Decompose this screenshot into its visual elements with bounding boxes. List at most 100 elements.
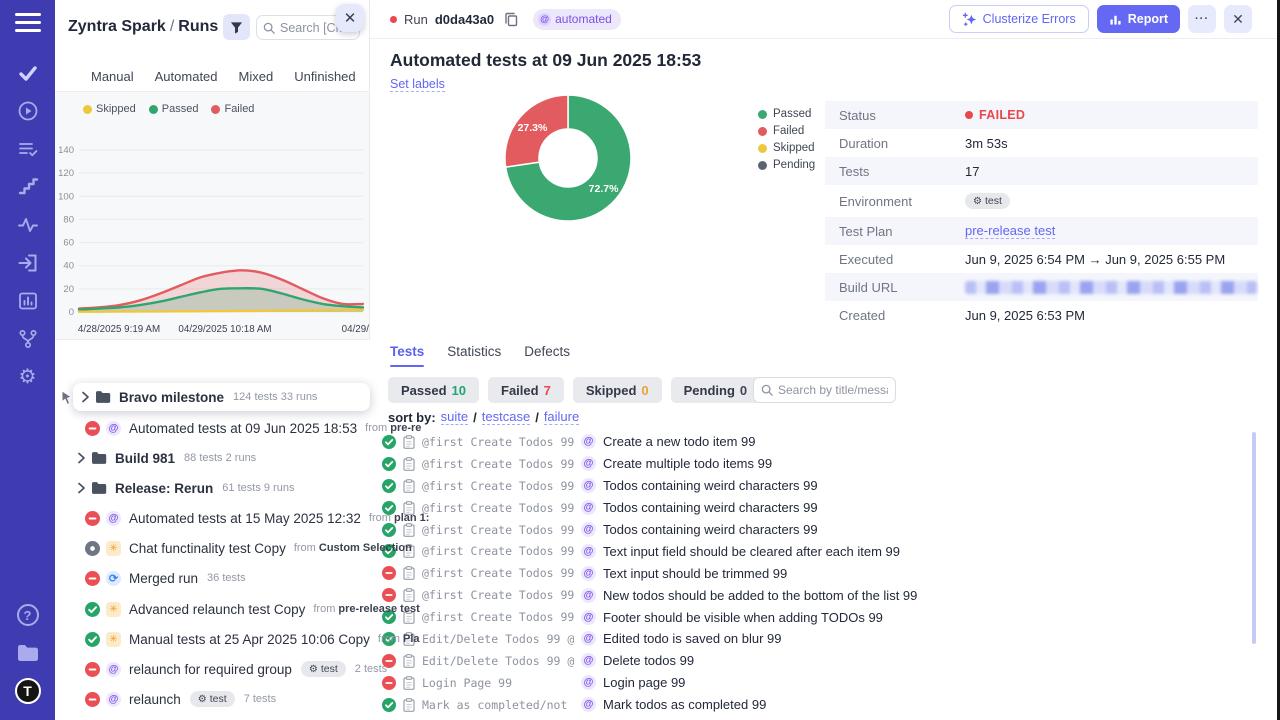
automated-run-icon: @ [106, 511, 121, 526]
test-row[interactable]: Edit/Delete Todos 99 @…@Edited todo is s… [382, 628, 1250, 650]
test-row[interactable]: @first Create Todos 99…@Text input field… [382, 540, 1250, 562]
run-title: Manual tests at 25 Apr 2025 10:06 Copy [129, 632, 370, 647]
automated-badge[interactable]: @ automated [533, 9, 621, 30]
test-title: Todos containing weird characters 99 [603, 522, 818, 537]
environment-name: test [321, 663, 338, 675]
test-row[interactable]: Edit/Delete Todos 99 @…@Delete todos 99 [382, 650, 1250, 672]
automated-run-icon: @ [581, 544, 596, 559]
donut-legend-skipped[interactable]: Skipped [758, 142, 815, 154]
clusterize-errors-button[interactable]: Clusterize Errors [949, 5, 1089, 33]
folder-nav-icon[interactable] [15, 640, 41, 666]
folder-icon-holder [95, 390, 111, 404]
svg-text:60: 60 [63, 238, 74, 249]
run-row[interactable]: ⟳Merged run36 tests [55, 563, 370, 593]
search-icon [263, 22, 275, 34]
sort-link-failure[interactable]: failure [544, 409, 579, 425]
test-plan-link[interactable]: pre-release test [965, 223, 1055, 239]
sort-link-suite[interactable]: suite [441, 409, 468, 425]
build-url-redacted[interactable] [965, 281, 1257, 294]
tab-mixed[interactable]: Mixed [239, 69, 274, 84]
run-row[interactable]: @Automated tests at 09 Jun 2025 18:53fro… [55, 413, 370, 443]
test-row[interactable]: @first Create Todos 99…@Create a new tod… [382, 431, 1250, 453]
filter-chip-pending[interactable]: Pending0 [671, 377, 761, 403]
app-logo[interactable]: T [15, 678, 41, 704]
automated-run-icon: @ [581, 588, 596, 603]
tests-search-input[interactable] [778, 383, 888, 397]
tab-unfinished[interactable]: Unfinished [294, 69, 355, 84]
failed-status-icon [85, 511, 100, 526]
environment-name: test [210, 693, 227, 705]
gear-icon[interactable]: ⚙ [15, 364, 41, 390]
close-panel-button[interactable]: ✕ [336, 4, 364, 32]
stopped-status-icon [85, 541, 100, 556]
donut-legend-pending[interactable]: Pending [758, 159, 815, 171]
run-type-holder: @ [106, 662, 121, 677]
test-row[interactable]: @first Create Todos 99…@Todos containing… [382, 475, 1250, 497]
chevron-right-icon[interactable] [79, 391, 91, 403]
test-row[interactable]: @first Create Todos 99…@Todos containing… [382, 519, 1250, 541]
test-row[interactable]: @first Create Todos 99…@Text input shoul… [382, 562, 1250, 584]
run-row[interactable]: @relaunch for required group⚙test2 tests [55, 654, 370, 684]
chevron-right-icon[interactable] [75, 482, 87, 494]
close-run-button[interactable]: ✕ [1224, 5, 1252, 33]
run-folder-row[interactable]: Release: Rerun61 tests 9 runs [55, 473, 370, 503]
sort-separator: / [473, 410, 477, 425]
filter-chip-failed[interactable]: Failed7 [488, 377, 564, 403]
donut-legend-passed[interactable]: Passed [758, 108, 815, 120]
run-row[interactable]: ✳Chat functinality test Copyfrom Custom … [55, 533, 370, 563]
tab-manual[interactable]: Manual [91, 69, 134, 84]
test-row[interactable]: @first Create Todos 99…@New todos should… [382, 584, 1250, 606]
environment-badge[interactable]: ⚙test [965, 193, 1010, 209]
automated-run-icon: @ [581, 653, 596, 668]
test-row[interactable]: @first Create Todos 99…@Create multiple … [382, 453, 1250, 475]
list-check-icon[interactable] [15, 136, 41, 162]
tab-automated[interactable]: Automated [155, 69, 218, 84]
run-row[interactable]: ✳Advanced relaunch test Copyfrom pre-rel… [55, 594, 370, 624]
run-row[interactable]: ✳Manual tests at 25 Apr 2025 10:06 Copyf… [55, 624, 370, 654]
section-name[interactable]: Runs [178, 18, 218, 35]
filter-chip-skipped[interactable]: Skipped0 [573, 377, 662, 403]
activity-icon[interactable] [15, 212, 41, 238]
test-row[interactable]: @first Create Todos 99…@Footer should be… [382, 606, 1250, 628]
tab-defects[interactable]: Defects [524, 344, 570, 367]
tab-statistics[interactable]: Statistics [447, 344, 501, 367]
play-circle-icon[interactable] [15, 98, 41, 124]
test-row[interactable]: Login Page 99@Login page 99 [382, 672, 1250, 694]
sign-in-icon[interactable] [15, 250, 41, 276]
run-row[interactable]: @relaunch⚙test7 tests [55, 684, 370, 714]
breadcrumb: Zyntra Spark/Runs [68, 18, 218, 36]
trend-legend-passed[interactable]: Passed [149, 103, 199, 115]
run-status-holder [85, 571, 100, 586]
more-actions-button[interactable]: ··· [1188, 5, 1216, 33]
test-row[interactable]: Mark as completed/not …@Mark todos as co… [382, 694, 1250, 716]
check-icon[interactable] [15, 60, 41, 86]
steps-icon[interactable] [15, 174, 41, 200]
report-button[interactable]: Report [1097, 5, 1180, 33]
set-labels-link[interactable]: Set labels [390, 77, 445, 92]
sort-link-testcase[interactable]: testcase [482, 409, 530, 425]
trend-legend-skipped[interactable]: Skipped [83, 103, 136, 115]
tests-search[interactable] [753, 377, 896, 403]
gear-icon: ⚙ [198, 694, 207, 705]
help-icon[interactable]: ? [15, 602, 41, 628]
git-branch-icon[interactable] [15, 326, 41, 352]
filter-chip-passed[interactable]: Passed10 [388, 377, 479, 403]
run-folder-row[interactable]: Build 98188 tests 2 runs [55, 443, 370, 473]
menu-icon[interactable] [15, 13, 41, 32]
donut-legend-failed[interactable]: Failed [758, 125, 815, 137]
failed-status-icon [382, 676, 396, 690]
tests-scrollbar[interactable] [1252, 432, 1256, 644]
bar-chart-icon[interactable] [15, 288, 41, 314]
run-folder-row[interactable]: Bravo milestone124 tests 33 runs [73, 383, 370, 411]
copy-run-id-button[interactable] [504, 12, 518, 27]
project-name[interactable]: Zyntra Spark [68, 18, 166, 35]
run-row[interactable]: @Automated tests at 15 May 2025 12:32fro… [55, 503, 370, 533]
test-row[interactable]: @first Create Todos 99…@Todos containing… [382, 497, 1250, 519]
passed-status-icon [382, 523, 396, 537]
chevron-right-icon[interactable] [75, 452, 87, 464]
filter-button[interactable] [223, 14, 250, 40]
test-title: Todos containing weird characters 99 [603, 478, 818, 493]
trend-legend-failed[interactable]: Failed [211, 103, 254, 115]
automated-run-icon: @ [581, 522, 596, 537]
tab-tests[interactable]: Tests [390, 344, 424, 367]
